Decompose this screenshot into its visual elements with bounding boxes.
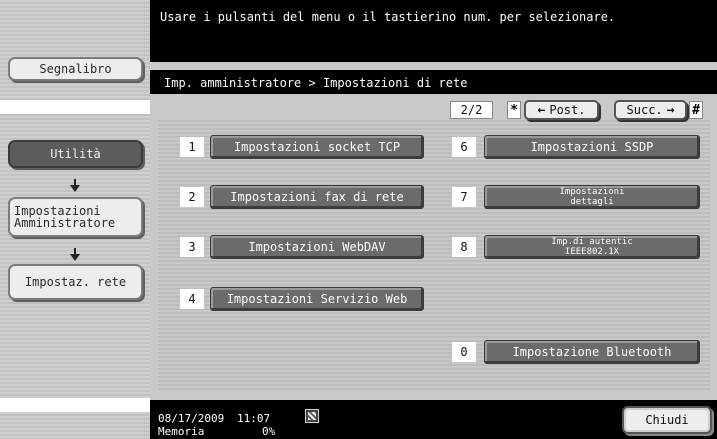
hash-key: # [689,101,703,119]
right-arrow-icon: → [666,102,675,118]
web-service-settings-button[interactable]: Impostazioni Servizio Web [210,287,424,311]
bookmark-button[interactable]: Segnalibro [8,57,143,81]
sidebar-item-admin-settings[interactable]: Impostazioni Amministratore [8,197,143,237]
menu-number: 2 [180,187,204,207]
prev-page-label: Post. [549,103,586,117]
menu-number: 4 [180,289,204,309]
status-date: 08/17/2009 [158,412,225,425]
next-page-label: Succ. [626,103,663,117]
memory-label: Memoria [158,425,205,438]
detail-settings-button[interactable]: Impostazioni dettagli [484,185,700,209]
left-panel-separator-bottom [0,398,150,412]
menu-number: 1 [180,137,204,157]
ieee8021x-auth-settings-button[interactable]: Imp.di autentic IEEE802.1X [484,235,700,259]
close-button[interactable]: Chiudi [622,406,712,434]
down-arrow-icon [70,248,80,261]
sidebar-item-utility[interactable]: Utilità [8,140,143,168]
tcp-socket-settings-button[interactable]: Impostazioni socket TCP [210,135,424,159]
bluetooth-settings-button[interactable]: Impostazione Bluetooth [484,340,700,364]
left-arrow-icon: ← [537,102,546,118]
ssdp-settings-button[interactable]: Impostazioni SSDP [484,135,700,159]
star-key: * [507,101,521,119]
menu-number: 6 [452,137,476,157]
breadcrumb: Imp. amministratore > Impostazioni di re… [150,70,717,94]
left-panel-separator [0,100,150,114]
prev-page-button[interactable]: ← Post. [524,100,599,120]
menu-number: 8 [452,237,476,257]
network-fax-settings-button[interactable]: Impostazioni fax di rete [210,185,424,209]
menu-number: 3 [180,237,204,257]
menu-number: 0 [452,342,476,362]
sidebar-item-network-settings[interactable]: Impostaz. rete [8,264,143,300]
webdav-settings-button[interactable]: Impostazioni WebDAV [210,235,424,259]
menu-number: 7 [452,187,476,207]
job-status-icon [305,409,319,423]
status-time: 11:07 [237,412,271,425]
instruction-message: Usare i pulsanti del menu o il tastierin… [160,10,616,24]
page-indicator: 2/2 [450,101,493,119]
next-page-button[interactable]: Succ. → [614,100,687,120]
memory-value: 0% [262,425,276,438]
down-arrow-icon [70,179,80,192]
